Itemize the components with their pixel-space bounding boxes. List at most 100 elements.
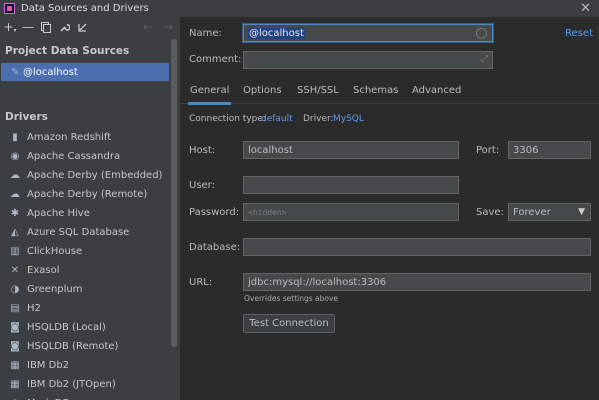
close-icon[interactable]: ✕	[580, 0, 591, 17]
forward-arrow-icon[interactable]: →	[162, 20, 174, 34]
password-label: Password:	[189, 207, 240, 218]
driver-label: Exasol	[27, 265, 60, 276]
name-field[interactable]: @localhost	[243, 24, 493, 42]
port-label: Port:	[476, 145, 500, 156]
driver-item[interactable]: ✱ Apache Hive	[0, 204, 180, 223]
chevron-down-icon: ▼	[578, 207, 585, 217]
driver-item[interactable]: ☁ Apache Derby (Remote)	[0, 185, 180, 204]
datasource-icon: ✎	[11, 66, 20, 78]
name-value: @localhost	[248, 27, 305, 39]
password-field[interactable]: <hidden>	[243, 203, 459, 221]
test-connection-button[interactable]: Test Connection	[243, 314, 335, 333]
driver-label: Driver:	[303, 114, 334, 124]
right-panel: Name: @localhost Reset Comment: ⤢ Genera…	[180, 17, 599, 400]
tab-general[interactable]: General	[187, 85, 232, 105]
password-placeholder: <hidden>	[248, 207, 287, 217]
driver-label: H2	[27, 303, 41, 314]
back-arrow-icon[interactable]: ←	[142, 20, 154, 34]
greenplum-icon: ◑	[10, 284, 20, 295]
comment-field[interactable]: ⤢	[243, 51, 493, 69]
ibm-icon: ▦	[10, 360, 20, 371]
data-source-item[interactable]: ✎ @localhost	[1, 63, 169, 81]
save-label: Save:	[476, 207, 504, 218]
nav-arrows: ← →	[142, 20, 174, 34]
tab-schemas[interactable]: Schemas	[353, 85, 398, 96]
project-data-sources-header: Project Data Sources	[5, 45, 130, 57]
connection-type-label: Connection type:	[189, 114, 266, 124]
driver-label: Apache Cassandra	[27, 151, 121, 162]
host-label: Host:	[189, 145, 216, 156]
left-panel: + ▾ — ← → Project Data Sources ✎ @localho…	[0, 17, 180, 400]
host-field[interactable]: localhost	[243, 141, 459, 159]
driver-item[interactable]: ◭ Azure SQL Database	[0, 223, 180, 242]
driver-item[interactable]: ▦ IBM Db2	[0, 356, 180, 375]
hsqldb-icon: ◙	[10, 322, 20, 333]
derby-icon: ☁	[10, 170, 20, 181]
exasol-icon: ✕	[10, 265, 20, 276]
url-hint: Overrides settings above	[244, 294, 339, 303]
driver-item[interactable]: ◙ HSQLDB (Remote)	[0, 337, 180, 356]
tab-advanced[interactable]: Advanced	[412, 85, 461, 96]
driver-list: ▮ Amazon Redshift ◉ Apache Cassandra ☁ Apache…	[0, 128, 180, 400]
driver-item[interactable]: ☁ Apache Derby (Embedded)	[0, 166, 180, 185]
toolbar: + ▾ — ← →	[0, 17, 180, 37]
save-dropdown[interactable]: Forever ▼	[508, 203, 591, 221]
tab-bar: General Options SSH/SSL Schemas Advanced	[180, 80, 599, 105]
driver-item[interactable]: ▮ Amazon Redshift	[0, 128, 180, 147]
driver-label: Azure SQL Database	[27, 227, 130, 238]
driver-label: Amazon Redshift	[27, 132, 112, 143]
cassandra-icon: ◉	[10, 151, 20, 162]
tab-ssh-ssl[interactable]: SSH/SSL	[297, 85, 339, 96]
driver-item[interactable]: ◓MariaDB	[0, 394, 180, 400]
driver-label: Greenplum	[27, 284, 83, 295]
driver-item[interactable]: ✕ Exasol	[0, 261, 180, 280]
ibm-icon: ▦	[10, 379, 20, 390]
driver-label: Apache Hive	[27, 208, 90, 219]
connection-type-link[interactable]: default	[261, 114, 293, 124]
driver-label: HSQLDB (Remote)	[27, 341, 119, 352]
comment-label: Comment:	[189, 54, 242, 65]
redshift-icon: ▮	[12, 132, 18, 143]
port-field[interactable]: 3306	[508, 141, 591, 159]
import-icon[interactable]	[76, 20, 88, 34]
name-label: Name:	[189, 28, 222, 39]
window-title: Data Sources and Drivers	[21, 3, 149, 14]
driver-label: HSQLDB (Local)	[27, 322, 106, 333]
hive-icon: ✱	[10, 208, 20, 219]
data-source-label: @localhost	[23, 66, 78, 78]
scrollbar[interactable]	[171, 39, 177, 347]
user-field[interactable]	[243, 176, 459, 194]
url-label: URL:	[189, 277, 213, 288]
azure-icon: ◭	[11, 227, 19, 238]
driver-item[interactable]: ◑ Greenplum	[0, 280, 180, 299]
tab-options[interactable]: Options	[243, 85, 282, 96]
wrench-icon[interactable]	[58, 20, 70, 34]
drivers-header: Drivers	[5, 111, 48, 123]
duplicate-icon[interactable]	[40, 20, 52, 34]
url-field[interactable]: jdbc:mysql://localhost:3306	[243, 273, 591, 291]
datagrip-app-icon	[4, 3, 15, 14]
color-circle-icon[interactable]	[476, 28, 487, 39]
driver-label: ClickHouse	[27, 246, 83, 257]
driver-link[interactable]: MySQL	[333, 114, 364, 124]
add-icon[interactable]: + ▾	[3, 20, 16, 34]
database-label: Database:	[189, 242, 241, 253]
driver-item[interactable]: ▥ ClickHouse	[0, 242, 180, 261]
driver-label: Apache Derby (Embedded)	[27, 170, 163, 181]
driver-item[interactable]: ◙ HSQLDB (Local)	[0, 318, 180, 337]
title-bar: Data Sources and Drivers ✕	[0, 0, 599, 17]
driver-item[interactable]: ▦ IBM Db2 (JTOpen)	[0, 375, 180, 394]
driver-label: IBM Db2	[27, 360, 70, 371]
remove-icon[interactable]: —	[22, 20, 34, 34]
hsqldb-icon: ◙	[10, 341, 20, 352]
derby-icon: ☁	[10, 189, 20, 200]
driver-label: IBM Db2 (JTOpen)	[27, 379, 116, 390]
clickhouse-icon: ▥	[10, 246, 20, 257]
user-label: User:	[189, 180, 215, 191]
database-field[interactable]	[243, 238, 591, 256]
expand-icon[interactable]: ⤢	[481, 54, 488, 64]
driver-item[interactable]: ◉ Apache Cassandra	[0, 147, 180, 166]
h2-icon: ▤	[10, 303, 20, 314]
reset-link[interactable]: Reset	[565, 28, 593, 39]
driver-item[interactable]: ▤ H2	[0, 299, 180, 318]
